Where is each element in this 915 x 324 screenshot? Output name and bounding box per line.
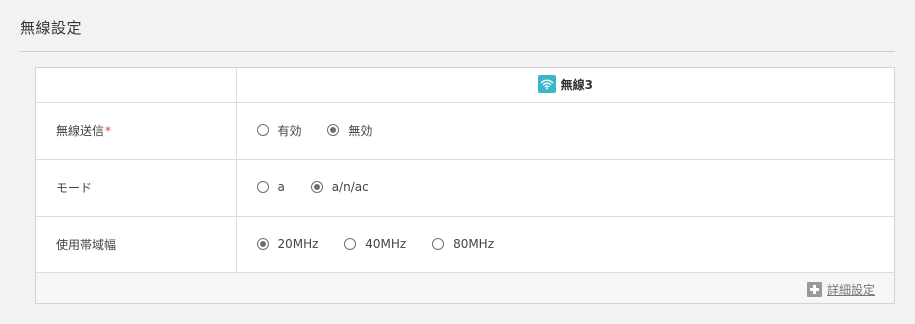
- radio-button[interactable]: [310, 180, 323, 193]
- radio-option-disabled[interactable]: 無効: [327, 122, 372, 139]
- radio-option-20mhz[interactable]: 20MHz: [256, 236, 319, 251]
- option-label: 有効: [277, 123, 302, 138]
- radio-option-40mhz[interactable]: 40MHz: [344, 237, 406, 251]
- options-cell: 20MHz 40MHz 80MHz: [236, 216, 894, 274]
- radio-option-enabled[interactable]: 有効: [256, 122, 302, 139]
- option-label: a: [277, 179, 285, 194]
- wireless3-column-header: 無線3: [236, 68, 894, 103]
- radio-option-80mhz[interactable]: 80MHz: [432, 237, 494, 251]
- options-cell: a a/n/ac: [236, 159, 894, 217]
- radio-option-anac[interactable]: a/n/ac: [310, 179, 369, 194]
- wireless-settings-panel: 無線3 無線送信* 有効 無効 モード a a/n/ac 使用帯域幅 20MHz…: [35, 67, 895, 304]
- row-label: 無線送信*: [36, 102, 237, 160]
- required-mark: *: [105, 124, 112, 138]
- radio-button[interactable]: [256, 237, 269, 250]
- plus-icon: [806, 282, 822, 297]
- row-label-text: 使用帯域幅: [56, 238, 117, 252]
- detail-settings-link[interactable]: 詳細設定: [806, 281, 875, 298]
- option-label: 40MHz: [365, 236, 407, 251]
- option-label: a/n/ac: [331, 179, 369, 194]
- radio-option-a[interactable]: a: [256, 179, 285, 194]
- row-wireless-transmission: 無線送信* 有効 無効: [36, 102, 894, 160]
- table-header-row: 無線3: [36, 68, 894, 103]
- option-label: 20MHz: [277, 236, 319, 251]
- row-mode: モード a a/n/ac: [36, 159, 894, 217]
- row-label-text: 無線送信: [56, 124, 105, 138]
- radio-button[interactable]: [256, 124, 269, 137]
- label-column-header: [36, 68, 237, 103]
- row-label: モード: [36, 159, 237, 217]
- row-label-text: モード: [56, 181, 93, 195]
- radio-button[interactable]: [344, 237, 357, 250]
- radio-button[interactable]: [432, 237, 445, 250]
- radio-button[interactable]: [256, 180, 269, 193]
- option-label: 無効: [348, 123, 373, 138]
- row-bandwidth: 使用帯域幅 20MHz 40MHz 80MHz: [36, 216, 894, 274]
- detail-settings-label: 詳細設定: [826, 283, 875, 297]
- section-title: 無線設定: [20, 19, 83, 37]
- settings-table: 無線3 無線送信* 有効 無効 モード a a/n/ac 使用帯域幅 20MHz…: [36, 68, 894, 274]
- row-label: 使用帯域幅: [36, 216, 237, 274]
- wireless3-label: 無線3: [560, 77, 593, 92]
- panel-footer: 詳細設定: [36, 272, 894, 303]
- wifi-icon: [537, 75, 556, 94]
- options-cell: 有効 無効: [236, 102, 894, 160]
- option-label: 80MHz: [453, 236, 495, 251]
- title-divider: [20, 51, 895, 52]
- radio-button[interactable]: [327, 124, 340, 137]
